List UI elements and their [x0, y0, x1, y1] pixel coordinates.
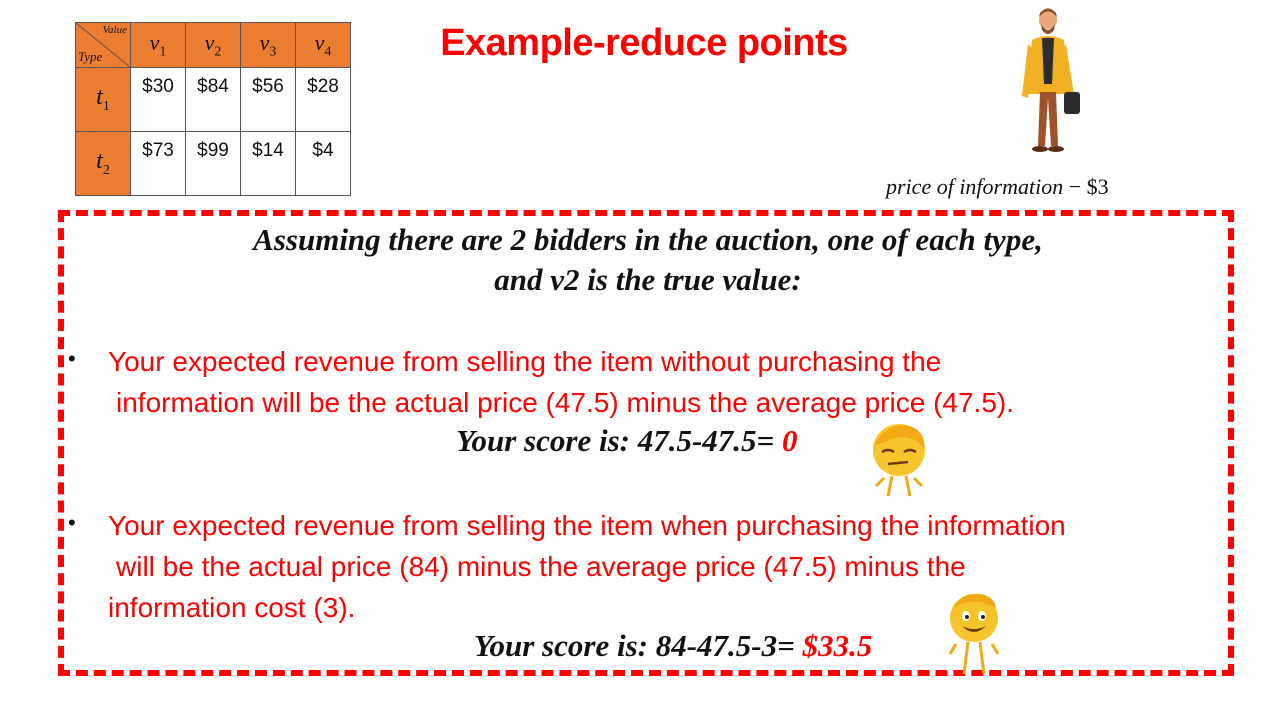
businessman-icon — [1022, 8, 1080, 152]
assumption-text: Assuming there are 2 bidders in the auct… — [253, 222, 1043, 297]
score-line-2: Your score is: 84-47.5-3= $33.5 — [474, 628, 873, 663]
score-line-1: Your score is: 47.5-47.5= 0 — [456, 423, 798, 458]
row-header: t1 — [75, 67, 131, 132]
table-row: t1 $30 $84 $56 $28 — [75, 67, 351, 132]
table-cell: $99 — [185, 131, 241, 196]
table-cell: $28 — [295, 67, 351, 132]
unimpressed-emoji-icon — [873, 424, 925, 497]
value-table: Value Type v1 v2 v3 v4 t1 $30 $84 $56 $2… — [75, 22, 351, 196]
column-header: v1 — [130, 22, 186, 68]
bullet-marker: • — [68, 346, 76, 371]
column-header: v3 — [240, 22, 296, 68]
bullet-marker: • — [68, 510, 76, 535]
table-cell: $73 — [130, 131, 186, 196]
smiling-emoji-icon — [948, 593, 1000, 675]
table-cell: $14 — [240, 131, 296, 196]
row-header: t2 — [75, 131, 131, 196]
table-cell: $84 — [185, 67, 241, 132]
corner-type-label: Type — [78, 49, 103, 64]
table-cell: $4 — [295, 131, 351, 196]
column-header: v4 — [295, 22, 351, 68]
slide-title: Example-reduce points — [440, 22, 848, 64]
table-cell: $30 — [130, 67, 186, 132]
corner-value-label: Value — [102, 24, 127, 36]
bullet-text-1: Your expected revenue from selling the i… — [108, 346, 1014, 418]
table-cell: $56 — [240, 67, 296, 132]
bullet-text-2: Your expected revenue from selling the i… — [108, 510, 1066, 623]
price-of-information-label: price of information − $3 — [886, 174, 1109, 199]
column-header: v2 — [185, 22, 241, 68]
table-row: t2 $73 $99 $14 $4 — [75, 131, 351, 196]
table-corner-cell: Value Type — [75, 22, 131, 68]
